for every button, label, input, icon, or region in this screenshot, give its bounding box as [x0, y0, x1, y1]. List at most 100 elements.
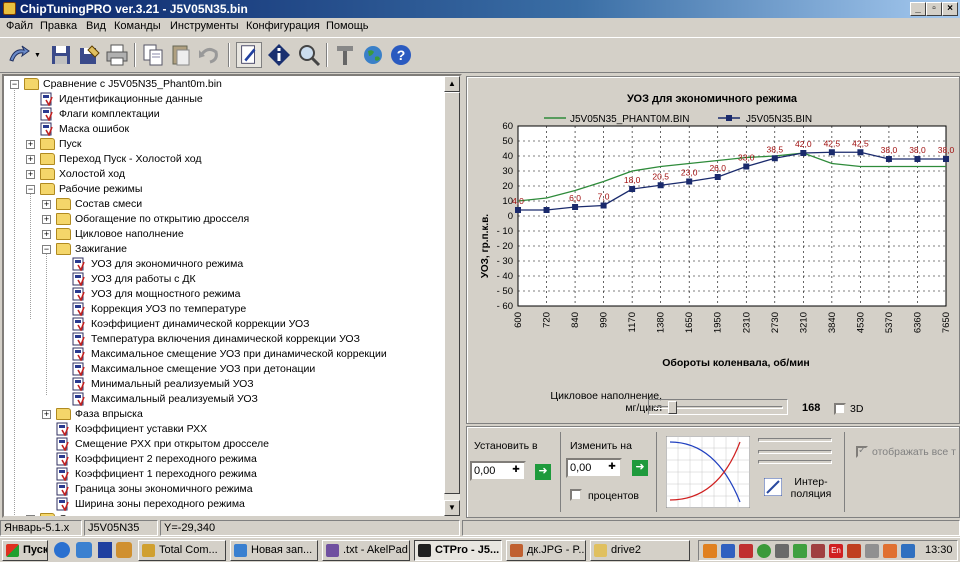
show-all-checkbox[interactable]: ✓: [856, 445, 868, 458]
interp-slider-2[interactable]: [758, 450, 832, 454]
menu-tools[interactable]: Инструменты: [170, 20, 239, 32]
undo-icon[interactable]: [196, 42, 222, 68]
tree-node[interactable]: + Обогащение по открытию дросселя: [4, 212, 444, 227]
tree-node[interactable]: Максимальное смещение УОЗ при динамическ…: [4, 347, 444, 362]
tree-node[interactable]: + Отключение подачи топлива: [4, 512, 444, 516]
tray-app-icon[interactable]: [739, 544, 753, 558]
ie-icon[interactable]: [54, 542, 70, 558]
info-icon[interactable]: [266, 42, 292, 68]
taskbar-button[interactable]: Новая зап...: [230, 540, 318, 561]
edit-table-icon[interactable]: [236, 42, 262, 68]
change-stepper-icon[interactable]: ✚: [604, 461, 620, 475]
expand-icon[interactable]: +: [42, 200, 51, 209]
set-stepper-icon[interactable]: ✚: [508, 464, 524, 478]
globe-icon[interactable]: [360, 42, 386, 68]
save-tray-icon[interactable]: [98, 542, 112, 558]
scroll-thumb[interactable]: [444, 92, 460, 494]
expand-icon[interactable]: +: [26, 140, 35, 149]
paste-icon[interactable]: [168, 42, 194, 68]
tree-node[interactable]: − Рабочие режимы: [4, 182, 444, 197]
taskbar-button[interactable]: дк.JPG - P...: [506, 540, 586, 561]
interp-slider-3[interactable]: [758, 460, 832, 464]
interpolation-label-2[interactable]: поляция: [788, 488, 834, 500]
language-icon[interactable]: En: [829, 544, 843, 558]
interp-slider-1[interactable]: [758, 438, 832, 442]
expand-icon[interactable]: +: [26, 170, 35, 179]
tree-node[interactable]: + Пуск: [4, 137, 444, 152]
quicklaunch-icon[interactable]: [116, 542, 132, 558]
explorer-icon[interactable]: [76, 542, 92, 558]
tree-node[interactable]: Минимальный реализуемый УОЗ: [4, 377, 444, 392]
threed-checkbox[interactable]: [834, 403, 846, 415]
tree-node[interactable]: Смещение РХХ при открытом дросселе: [4, 437, 444, 452]
tree-node[interactable]: Максимальное смещение УОЗ при детонации: [4, 362, 444, 377]
tree-node[interactable]: + Переход Пуск - Холостой ход: [4, 152, 444, 167]
taskbar-button[interactable]: .txt - AkelPad: [322, 540, 410, 561]
taskbar-button[interactable]: Total Com...: [138, 540, 226, 561]
scroll-up-arrow[interactable]: ▲: [444, 76, 460, 92]
menu-file[interactable]: Файл: [6, 20, 33, 32]
tree-node[interactable]: − Сравнение с J5V05N35_Phant0m.bin: [4, 77, 444, 92]
menu-config[interactable]: Конфигурация: [246, 20, 320, 32]
tree-node[interactable]: + Цикловое наполнение: [4, 227, 444, 242]
collapse-icon[interactable]: −: [10, 80, 19, 89]
scroll-down-arrow[interactable]: ▼: [444, 500, 460, 516]
copy-icon[interactable]: [140, 42, 166, 68]
tree-node[interactable]: УОЗ для работы с ДК: [4, 272, 444, 287]
change-apply-button[interactable]: ➜: [632, 460, 648, 476]
open-icon[interactable]: [6, 42, 32, 68]
set-apply-button[interactable]: ➜: [535, 464, 551, 480]
tray-app-icon[interactable]: [703, 544, 717, 558]
tools-icon[interactable]: [332, 42, 358, 68]
tree-node[interactable]: + Состав смеси: [4, 197, 444, 212]
tree-node[interactable]: Коэффициент 2 переходного режима: [4, 452, 444, 467]
menu-help[interactable]: Помощь: [326, 20, 369, 32]
collapse-icon[interactable]: −: [26, 185, 35, 194]
tray-app-icon[interactable]: [883, 544, 897, 558]
save-icon[interactable]: [48, 42, 74, 68]
tray-app-icon[interactable]: [847, 544, 861, 558]
maximize-button[interactable]: ▫: [926, 2, 942, 16]
interpolation-label-1[interactable]: Интер-: [788, 476, 834, 488]
tree-node[interactable]: Флаги комплектации: [4, 107, 444, 122]
tray-app-icon[interactable]: [811, 544, 825, 558]
load-slider-thumb[interactable]: [668, 401, 677, 414]
speaker-icon[interactable]: [865, 544, 879, 558]
tree-node[interactable]: Коэффициент 1 переходного режима: [4, 467, 444, 482]
tree-node[interactable]: Идентификационные данные: [4, 92, 444, 107]
tree-node[interactable]: Коэффициент динамической коррекции УОЗ: [4, 317, 444, 332]
tree-node[interactable]: Коэффициент уставки РХХ: [4, 422, 444, 437]
tree-node[interactable]: − Зажигание: [4, 242, 444, 257]
tree-node[interactable]: Максимальный реализуемый УОЗ: [4, 392, 444, 407]
print-icon[interactable]: [104, 42, 130, 68]
search-icon[interactable]: [296, 42, 322, 68]
load-slider[interactable]: [648, 399, 788, 415]
menu-edit[interactable]: Правка: [40, 20, 77, 32]
tree-node[interactable]: + Фаза впрыска: [4, 407, 444, 422]
expand-icon[interactable]: +: [26, 515, 35, 516]
open-dropdown-icon[interactable]: ▼: [34, 52, 41, 59]
menu-view[interactable]: Вид: [86, 20, 106, 32]
tray-app-icon[interactable]: [793, 544, 807, 558]
save-as-icon[interactable]: [76, 42, 102, 68]
close-button[interactable]: ×: [942, 2, 958, 16]
tree-node[interactable]: + Холостой ход: [4, 167, 444, 182]
taskbar-button[interactable]: CTPro - J5...: [414, 540, 502, 561]
collapse-icon[interactable]: −: [42, 245, 51, 254]
help-icon[interactable]: ?: [388, 42, 414, 68]
tree-scrollbar[interactable]: ▲ ▼: [444, 76, 460, 516]
interpolation-curve-preview[interactable]: [666, 436, 750, 508]
taskbar-button[interactable]: drive2: [590, 540, 690, 561]
tray-app-icon[interactable]: [775, 544, 789, 558]
tray-app-icon[interactable]: [721, 544, 735, 558]
menu-commands[interactable]: Команды: [114, 20, 161, 32]
tree-node[interactable]: Ширина зоны переходного режима: [4, 497, 444, 512]
percent-checkbox[interactable]: [570, 489, 582, 501]
tree-node[interactable]: Граница зоны экономичного режима: [4, 482, 444, 497]
tree-node[interactable]: Коррекция УОЗ по температуре: [4, 302, 444, 317]
minimize-button[interactable]: _: [910, 2, 926, 16]
start-button[interactable]: Пуск: [2, 540, 48, 561]
tree-node[interactable]: Температура включения динамической корре…: [4, 332, 444, 347]
tree-node[interactable]: Маска ошибок: [4, 122, 444, 137]
torrent-icon[interactable]: [757, 544, 771, 558]
